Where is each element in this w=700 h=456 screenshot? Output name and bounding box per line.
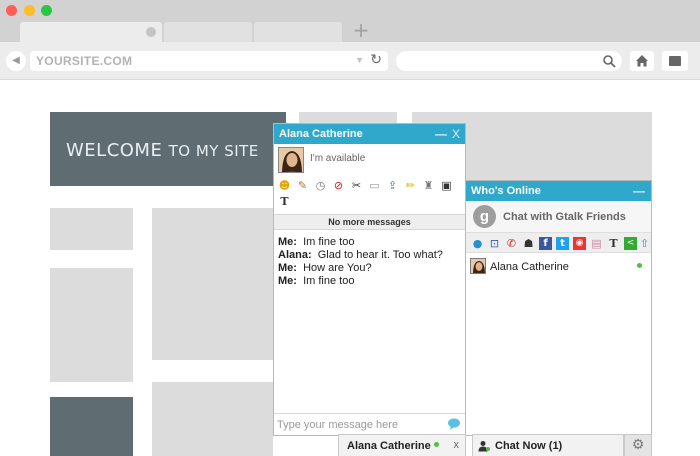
megaphone-icon[interactable]: ✆ bbox=[505, 237, 518, 250]
flickr-icon[interactable]: ◉ bbox=[573, 237, 586, 250]
browser-toolbar: ◀ YOURSITE.COM ▼ ↻ bbox=[0, 42, 700, 80]
welcome-small: TO MY SITE bbox=[168, 142, 259, 160]
chat-header[interactable]: Alana Catherine — X bbox=[274, 124, 465, 144]
welcome-banner: WELCOME TO MY SITE bbox=[50, 112, 286, 186]
pencil-icon[interactable]: ✏ bbox=[404, 179, 417, 192]
no-more-messages[interactable]: No more messages bbox=[274, 214, 465, 230]
online-status-icon bbox=[637, 263, 642, 268]
tab-close-icon[interactable] bbox=[146, 27, 156, 37]
chat-tab-name: Alana Catherine bbox=[347, 440, 431, 452]
window-icon[interactable]: ⊡ bbox=[488, 237, 501, 250]
menu-icon bbox=[669, 56, 681, 66]
contact-name: Alana Catherine bbox=[490, 261, 569, 273]
facebook-icon[interactable]: f bbox=[539, 237, 552, 250]
maximize-window-button[interactable] bbox=[41, 5, 52, 16]
twitter-icon[interactable]: t bbox=[556, 237, 569, 250]
close-icon[interactable]: x bbox=[454, 439, 460, 451]
avatar bbox=[278, 147, 304, 173]
message-list: Me: Im fine too Alana: Glad to hear it. … bbox=[278, 236, 461, 288]
content-block bbox=[50, 208, 133, 250]
photo-icon[interactable]: ▤ bbox=[590, 237, 603, 250]
home-button[interactable] bbox=[630, 51, 654, 71]
chat-toolbar: ☻ ✎ ◷ ⊘ ✂ ▭ ⇪ ✏ ♜ ▣ T bbox=[278, 179, 463, 209]
gtalk-button[interactable]: g Chat with Gtalk Friends bbox=[466, 201, 651, 233]
browser-tab-3[interactable] bbox=[254, 22, 342, 42]
search-input[interactable] bbox=[396, 51, 622, 71]
message-row: Me: How are You? bbox=[278, 262, 372, 274]
minimize-window-button[interactable] bbox=[24, 5, 35, 16]
gear-icon: ⚙ bbox=[631, 437, 645, 453]
invader-icon[interactable]: ☗ bbox=[522, 237, 535, 250]
chat-input-area bbox=[274, 413, 465, 435]
whos-online-window: Who's Online — g Chat with Gtalk Friends… bbox=[465, 180, 652, 436]
search-icon[interactable] bbox=[602, 54, 616, 68]
text-format-icon[interactable]: T bbox=[278, 195, 291, 208]
block-icon[interactable]: ⊘ bbox=[332, 179, 345, 192]
user-icon bbox=[478, 441, 490, 452]
wrench-icon[interactable]: ✂ bbox=[350, 179, 363, 192]
broom-icon[interactable]: ✎ bbox=[296, 179, 309, 192]
speech-bubble-icon[interactable] bbox=[447, 417, 461, 431]
gtalk-label: Chat with Gtalk Friends bbox=[503, 211, 626, 223]
social-icon-bar: ● ⊡ ✆ ☗ f t ◉ ▤ T < ⇧ bbox=[466, 233, 651, 253]
online-status-icon bbox=[434, 442, 439, 447]
clock-icon[interactable]: ◷ bbox=[314, 179, 327, 192]
content-block bbox=[50, 268, 133, 382]
url-dropdown-icon[interactable]: ▼ bbox=[355, 55, 364, 65]
address-bar[interactable]: YOURSITE.COM ▼ ↻ bbox=[30, 51, 388, 71]
minimize-icon[interactable]: — bbox=[633, 184, 645, 198]
browser-tab-2[interactable] bbox=[164, 22, 252, 42]
chat-title: Alana Catherine bbox=[279, 128, 363, 140]
new-tab-button[interactable]: + bbox=[352, 20, 370, 40]
minimize-icon[interactable]: — bbox=[435, 127, 447, 141]
settings-button[interactable]: ⚙ bbox=[624, 434, 652, 456]
message-input[interactable] bbox=[277, 417, 442, 433]
close-window-button[interactable] bbox=[6, 5, 17, 16]
chat-now-button[interactable]: Chat Now (1) bbox=[472, 434, 624, 456]
avatar bbox=[470, 258, 486, 274]
back-button[interactable]: ◀ bbox=[6, 51, 26, 71]
globe-icon[interactable]: ● bbox=[471, 237, 484, 250]
content-block bbox=[152, 208, 273, 360]
chat-status-text: I'm available bbox=[310, 153, 366, 164]
browser-tab-active[interactable] bbox=[20, 22, 162, 42]
reload-icon[interactable]: ↻ bbox=[370, 52, 382, 68]
chat-now-label: Chat Now (1) bbox=[495, 440, 563, 452]
card-icon[interactable]: ▭ bbox=[368, 179, 381, 192]
smiley-icon[interactable]: ☻ bbox=[278, 179, 291, 192]
share-icon[interactable]: < bbox=[624, 237, 637, 250]
castle-icon[interactable]: ♜ bbox=[422, 179, 435, 192]
chat-tab-alana[interactable]: Alana Catherine x bbox=[338, 434, 466, 456]
chat-window: Alana Catherine — X I'm available ☻ ✎ ◷ … bbox=[273, 123, 466, 436]
browser-titlebar: + bbox=[0, 0, 700, 42]
menu-button[interactable] bbox=[662, 51, 688, 71]
text-format-icon[interactable]: T bbox=[607, 237, 620, 250]
welcome-big: WELCOME bbox=[66, 140, 163, 161]
welcome-text: WELCOME TO MY SITE bbox=[66, 140, 259, 161]
content-block-dark bbox=[50, 397, 133, 456]
upload-icon[interactable]: ⇪ bbox=[386, 179, 399, 192]
close-icon[interactable]: X bbox=[452, 127, 460, 141]
whos-online-title: Who's Online bbox=[471, 185, 541, 197]
url-text: YOURSITE.COM bbox=[36, 54, 133, 68]
contact-row[interactable]: Alana Catherine bbox=[468, 257, 648, 277]
message-row: Alana: Glad to hear it. Too what? bbox=[278, 249, 443, 261]
whos-online-header[interactable]: Who's Online — bbox=[466, 181, 651, 201]
message-row: Me: Im fine too bbox=[278, 275, 355, 287]
save-icon[interactable]: ▣ bbox=[440, 179, 453, 192]
message-row: Me: Im fine too bbox=[278, 236, 355, 248]
home-icon bbox=[636, 55, 648, 67]
content-block bbox=[152, 382, 273, 456]
arrow-up-icon[interactable]: ⇧ bbox=[638, 237, 651, 250]
google-icon: g bbox=[473, 205, 496, 228]
